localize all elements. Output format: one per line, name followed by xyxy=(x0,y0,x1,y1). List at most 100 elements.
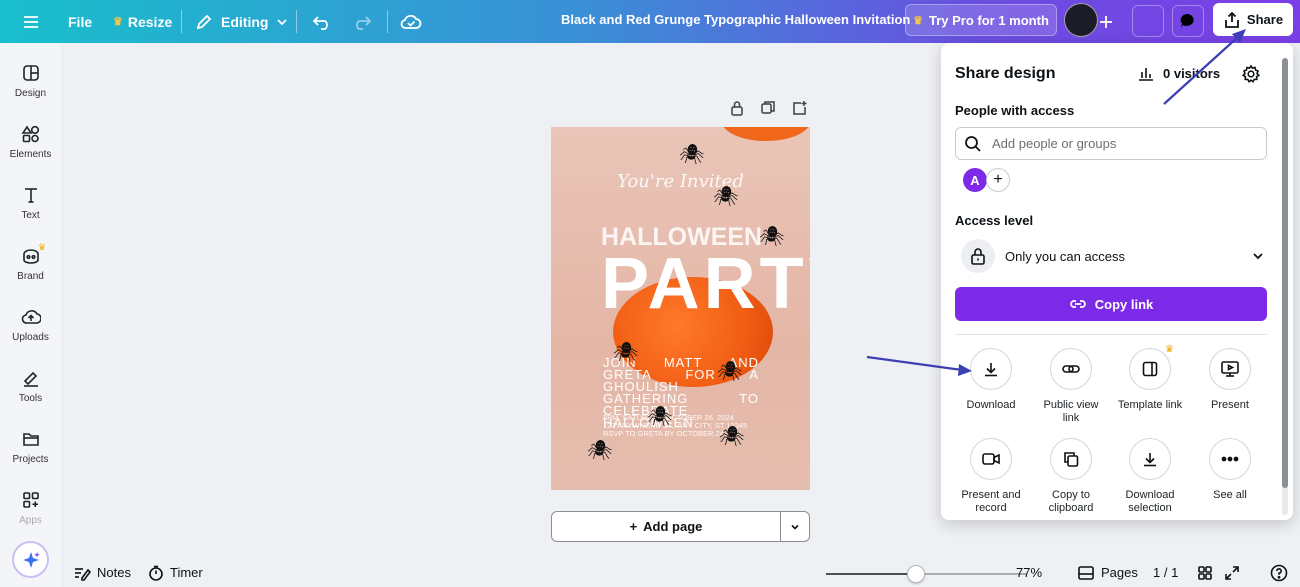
zoom-slider-fill xyxy=(826,573,916,575)
file-menu[interactable]: File xyxy=(68,0,92,43)
present-option[interactable]: Present xyxy=(1190,348,1270,412)
sidebar-item-design[interactable]: Design xyxy=(0,63,61,99)
editing-button[interactable]: Editing xyxy=(195,0,288,43)
timer-icon xyxy=(149,565,163,581)
add-page-icon[interactable] xyxy=(792,100,808,121)
document-title[interactable]: Black and Red Grunge Typographic Hallowe… xyxy=(561,0,910,43)
try-pro-label: Try Pro for 1 month xyxy=(928,12,1049,28)
add-people-input[interactable]: Add people or groups xyxy=(955,127,1267,160)
share-button[interactable]: Share xyxy=(1213,3,1293,36)
add-page-button[interactable]: + Add page xyxy=(552,512,781,541)
sidebar-item-apps[interactable]: Apps xyxy=(0,490,61,526)
spider-icon: 🕷 xyxy=(719,426,745,448)
copy-to-clipboard-option[interactable]: Copy to clipboard xyxy=(1031,438,1111,515)
gear-icon[interactable] xyxy=(1241,64,1261,89)
spider-icon: 🕷 xyxy=(613,342,639,364)
zoom-slider[interactable] xyxy=(826,565,1026,583)
sidebar-item-elements[interactable]: Elements xyxy=(0,124,61,160)
divider xyxy=(181,10,182,33)
crown-icon: ♛ xyxy=(1165,344,1174,355)
user-avatar[interactable] xyxy=(1064,3,1098,37)
zoom-slider-handle[interactable] xyxy=(907,565,925,583)
menu-icon[interactable] xyxy=(22,0,40,43)
template-link-option[interactable]: ♛ Template link xyxy=(1110,344,1190,412)
add-people-placeholder: Add people or groups xyxy=(992,136,1117,151)
download-icon xyxy=(1144,453,1156,467)
apps-icon xyxy=(22,492,39,508)
option-label: Copy to clipboard xyxy=(1048,489,1094,514)
design-icon xyxy=(22,65,39,81)
zoom-level[interactable]: 77% xyxy=(1016,558,1042,587)
sidebar-item-label: Text xyxy=(21,210,40,221)
visitors-button[interactable]: 0 visitors xyxy=(1137,65,1220,81)
design-page[interactable]: You're Invited HALLOWEEN PARTY JOIN MATT… xyxy=(551,127,810,490)
pages-button[interactable]: Pages xyxy=(1077,558,1138,587)
top-bar: File ♛ Resize Editing Black and Red Grun… xyxy=(0,0,1300,43)
access-level-value: Only you can access xyxy=(1005,248,1125,264)
people-with-access-label: People with access xyxy=(955,103,1075,118)
help-icon[interactable] xyxy=(1270,558,1288,587)
access-level-dropdown[interactable]: Only you can access xyxy=(961,239,1273,273)
notes-icon xyxy=(75,567,91,581)
sidebar-item-label: Design xyxy=(14,88,47,99)
editing-label: Editing xyxy=(221,13,269,30)
share-panel-title: Share design xyxy=(955,65,1056,82)
download-selection-option[interactable]: Download selection xyxy=(1110,438,1190,515)
magic-assistant-button[interactable] xyxy=(12,541,49,578)
see-all-option[interactable]: See all xyxy=(1190,438,1270,502)
pages-label: Pages xyxy=(1101,565,1138,580)
option-label: Present xyxy=(1211,399,1249,411)
copy-link-button[interactable]: Copy link xyxy=(955,287,1267,321)
try-pro-button[interactable]: ♛ Try Pro for 1 month xyxy=(905,4,1057,36)
resize-button[interactable]: ♛ Resize xyxy=(113,0,172,43)
link-icon xyxy=(1062,365,1080,373)
pages-icon xyxy=(1078,565,1094,580)
more-icon xyxy=(1221,456,1239,462)
link-icon xyxy=(1069,300,1086,308)
crown-icon: ♛ xyxy=(913,14,923,27)
sidebar-item-uploads[interactable]: Uploads xyxy=(0,307,61,343)
page-count-label: 1 / 1 xyxy=(1153,565,1179,580)
public-view-link-option[interactable]: Public view link xyxy=(1031,348,1111,425)
sparkle-icon xyxy=(22,551,40,568)
cloud-saved-icon[interactable] xyxy=(400,0,422,43)
add-person-button[interactable]: + xyxy=(986,168,1010,192)
present-icon xyxy=(1221,361,1239,377)
zoom-label: 77% xyxy=(1016,565,1043,580)
spider-icon: 🕷 xyxy=(717,361,743,383)
page-counter: 1 / 1 xyxy=(1153,558,1178,587)
sidebar-item-brand[interactable]: ♛ Brand xyxy=(0,242,61,282)
notes-button[interactable]: Notes xyxy=(73,558,131,587)
spider-icon: 🕷 xyxy=(679,144,705,166)
pumpkin-image xyxy=(721,127,810,141)
download-option[interactable]: Download xyxy=(951,348,1031,412)
timer-button[interactable]: Timer xyxy=(148,558,203,587)
undo-icon[interactable] xyxy=(312,0,332,43)
share-panel-scrollbar-thumb[interactable] xyxy=(1282,58,1288,488)
party-heading[interactable]: PARTY xyxy=(601,245,810,323)
duplicate-page-icon[interactable] xyxy=(760,100,776,121)
share-label: Share xyxy=(1246,12,1284,27)
fullscreen-icon[interactable] xyxy=(1224,558,1240,587)
present-and-record-option[interactable]: Present and record xyxy=(951,438,1031,515)
sidebar-item-projects[interactable]: Projects xyxy=(0,429,61,465)
left-sidebar: Design Elements Text ♛ Brand Uploads Too… xyxy=(0,43,61,587)
sidebar-item-text[interactable]: Text xyxy=(0,185,61,221)
lock-icon[interactable] xyxy=(730,100,744,121)
resize-label: Resize xyxy=(127,13,173,30)
chevron-down-icon xyxy=(791,524,799,530)
add-collaborator-icon[interactable] xyxy=(1099,0,1113,43)
text-icon xyxy=(24,188,37,203)
add-page-dropdown[interactable] xyxy=(781,512,809,541)
invited-text[interactable]: You're Invited xyxy=(551,171,810,192)
sidebar-item-tools[interactable]: Tools xyxy=(0,368,61,404)
bottom-bar: Notes Timer 77% Pages 1 / 1 xyxy=(61,558,1300,587)
grid-view-icon[interactable] xyxy=(1197,558,1213,587)
avatar[interactable]: A xyxy=(963,168,987,192)
comment-icon[interactable] xyxy=(1172,5,1204,37)
spider-icon: 🕷 xyxy=(647,406,673,428)
crown-icon: ♛ xyxy=(113,16,123,28)
insights-icon[interactable] xyxy=(1132,5,1164,37)
people-list: A + xyxy=(963,168,1010,192)
redo-icon[interactable] xyxy=(352,0,372,43)
